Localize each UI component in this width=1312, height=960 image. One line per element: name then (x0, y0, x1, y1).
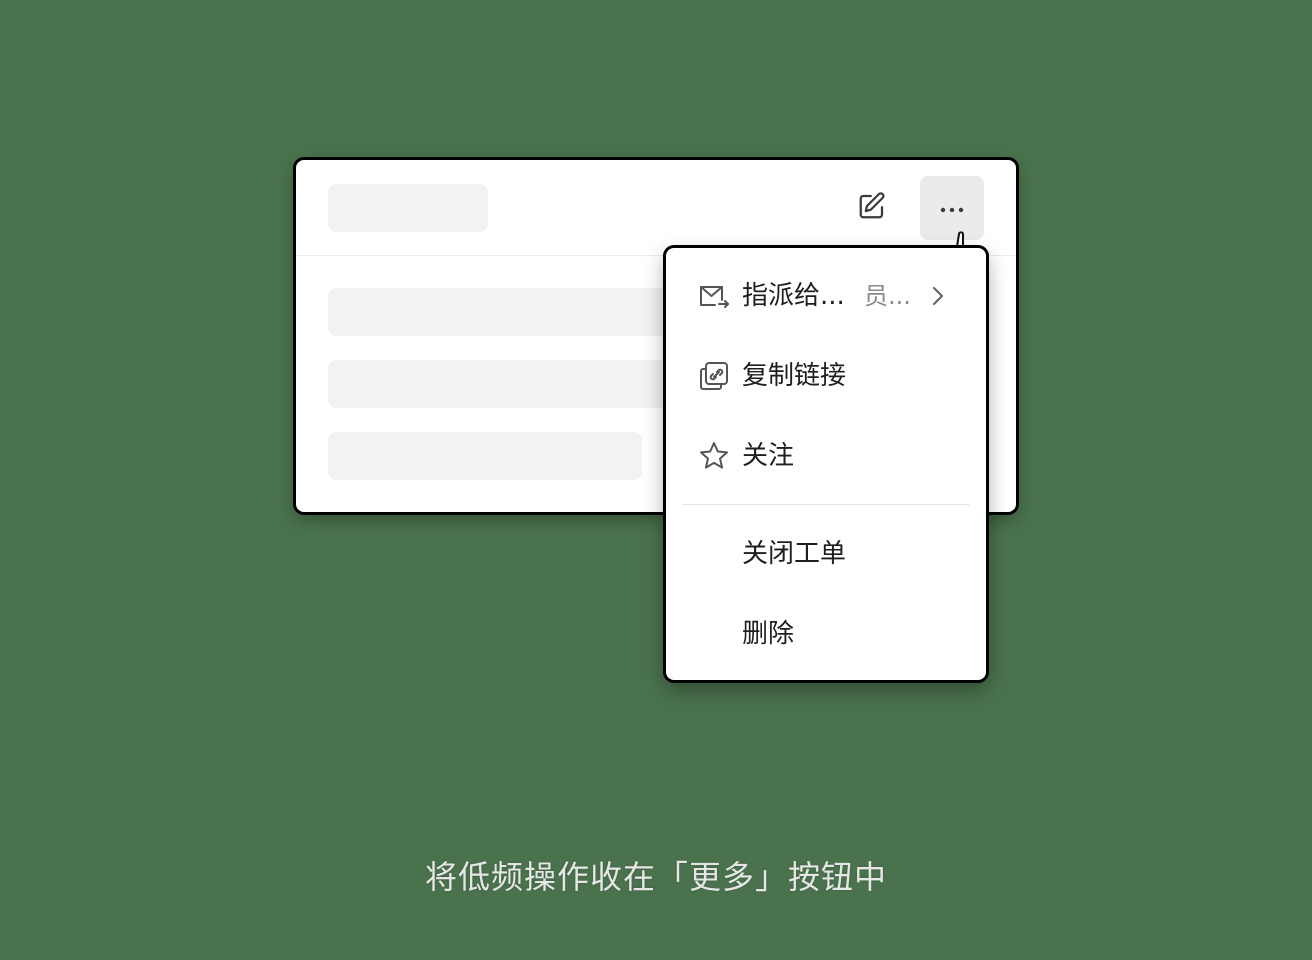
menu-item-label: 复制链接 (742, 361, 847, 391)
edit-button[interactable] (840, 176, 904, 240)
menu-item-delete[interactable]: 删除 (682, 602, 970, 666)
more-dropdown-menu: 指派给... 员... 复制链接 关注 关闭工单 删除 (666, 248, 986, 680)
menu-item-assign[interactable]: 指派给... 员... (682, 264, 970, 328)
ellipsis-icon (939, 199, 965, 218)
caption-text: 将低频操作收在「更多」按钮中 (424, 858, 887, 896)
chevron-right-icon (932, 286, 944, 306)
edit-icon (857, 191, 887, 225)
star-icon (698, 440, 730, 472)
menu-item-follow[interactable]: 关注 (682, 424, 970, 488)
copy-link-icon (698, 360, 730, 392)
menu-item-label: 删除 (742, 619, 795, 649)
menu-item-close-ticket[interactable]: 关闭工单 (682, 522, 970, 586)
menu-item-label: 关闭工单 (742, 539, 847, 569)
menu-item-label: 关注 (742, 441, 795, 471)
more-button[interactable] (920, 176, 984, 240)
card-header (296, 160, 1016, 256)
menu-item-sublabel: 员... (864, 282, 911, 310)
menu-divider (682, 504, 970, 505)
mail-forward-icon (698, 280, 730, 312)
title-skeleton (328, 184, 488, 232)
menu-item-copy-link[interactable]: 复制链接 (682, 344, 970, 408)
content-skeleton-line (328, 432, 642, 480)
menu-item-label: 指派给... (742, 281, 845, 311)
